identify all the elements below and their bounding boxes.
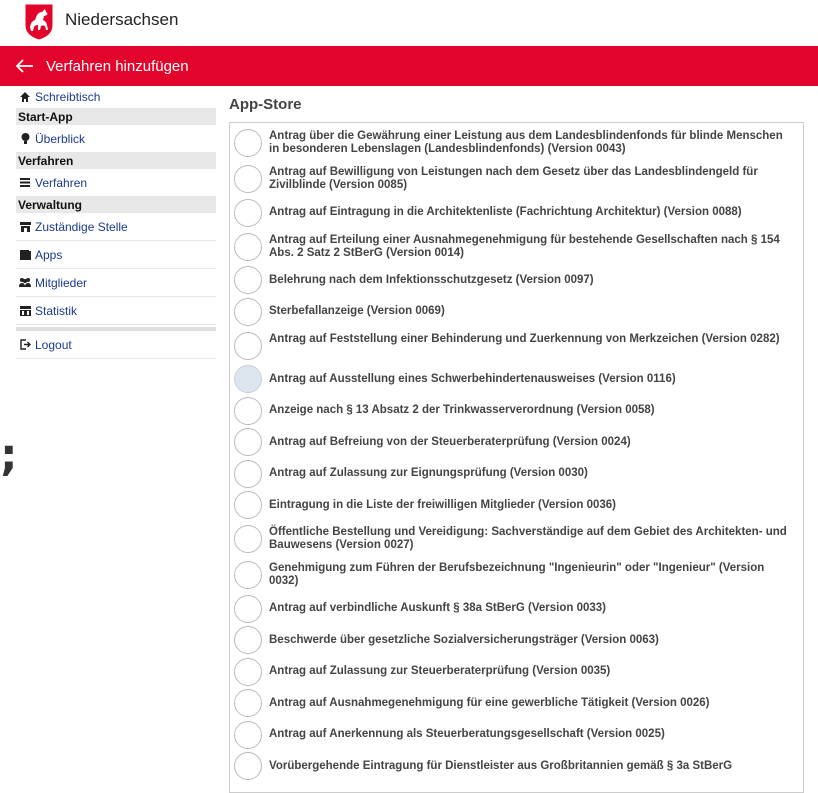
list-item[interactable]: Antrag auf Befreiung von der Steuerberat… <box>230 427 803 459</box>
radio-button[interactable] <box>234 365 262 394</box>
brand-name: Niedersachsen <box>65 10 179 29</box>
radio-button[interactable] <box>234 626 262 655</box>
list-item-label: Sterbefallanzeige (Version 0069) <box>269 305 445 318</box>
radio-button[interactable] <box>234 198 262 227</box>
chart-icon <box>18 305 32 316</box>
list-item[interactable]: Antrag auf verbindliche Auskunft § 38a S… <box>230 593 803 625</box>
book-icon <box>18 249 32 260</box>
list-item-label: Genehmigung zum Führen der Berufsbezeich… <box>269 562 765 587</box>
radio-button[interactable] <box>234 428 262 457</box>
list-item[interactable]: Antrag auf Anerkennung als Steuerberatun… <box>230 719 803 751</box>
radio-button[interactable] <box>234 459 262 488</box>
list-item-label: Antrag auf Zulassung zur Steuerberaterpr… <box>269 665 611 678</box>
sidebar-item-schreibtisch[interactable]: Schreibtisch <box>16 86 216 109</box>
lightbulb-icon <box>18 133 32 144</box>
sidebar-item-label: Zuständige Stelle <box>35 219 128 234</box>
list-item[interactable]: Antrag auf Ausnahmegenehmigung für eine … <box>230 688 803 720</box>
list-item-label: Antrag auf Bewilligung von Leistungen na… <box>269 166 758 191</box>
radio-button[interactable] <box>234 594 262 623</box>
list-item[interactable]: Beschwerde über gesetzliche Sozialversic… <box>230 625 803 657</box>
list-item[interactable]: Genehmigung zum Führen der Berufsbezeich… <box>230 557 803 593</box>
list-item-label: Öffentliche Bestellung und Vereidigung: … <box>269 526 787 551</box>
list-item[interactable]: Antrag über die Gewährung einer Leistung… <box>230 125 803 161</box>
radio-button[interactable] <box>234 331 262 360</box>
list-item[interactable]: Antrag auf Zulassung zur Eignungsprüfung… <box>230 458 803 490</box>
sidebar-item-mitglieder[interactable]: Mitglieder <box>16 269 216 297</box>
list-item[interactable]: Belehrung nach dem Infektionsschutzgeset… <box>230 265 803 297</box>
sidebar-item-verfahren[interactable]: Verfahren <box>16 169 216 197</box>
sidebar-item-label: Apps <box>35 247 63 262</box>
list-item-label: Antrag über die Gewährung einer Leistung… <box>269 130 783 155</box>
radio-button[interactable] <box>234 266 262 295</box>
radio-button[interactable] <box>234 561 262 589</box>
list-item-label: Antrag auf Anerkennung als Steuerberatun… <box>269 728 665 741</box>
radio-button[interactable] <box>234 491 262 520</box>
list-item-label: Antrag auf Eintragung in die Architekten… <box>269 206 742 219</box>
radio-button[interactable] <box>234 720 262 749</box>
radio-button[interactable] <box>234 165 262 193</box>
radio-button[interactable] <box>234 297 262 326</box>
radio-button[interactable] <box>234 129 262 157</box>
radio-button[interactable] <box>234 232 262 261</box>
list-item-label: Antrag auf Befreiung von der Steuerberat… <box>269 435 631 448</box>
list-item[interactable]: Antrag auf Feststellung einer Behinderun… <box>230 328 803 364</box>
list-item-label: Antrag auf Zulassung zur Eignungsprüfung… <box>269 467 588 480</box>
sidebar-item-label: Mitglieder <box>35 275 88 290</box>
sidebar-item-apps[interactable]: Apps <box>16 241 216 269</box>
list-item-label: Antrag auf Erteilung einer Ausnahmegeneh… <box>269 233 780 259</box>
background-glyph: ; <box>0 430 18 481</box>
app-store-title: App-Store <box>229 96 302 113</box>
app-list[interactable]: Antrag über die Gewährung einer Leistung… <box>229 122 804 793</box>
list-item-label: Eintragung in die Liste der freiwilligen… <box>269 498 616 511</box>
list-item-label: Beschwerde über gesetzliche Sozialversic… <box>269 633 659 646</box>
list-item[interactable]: Öffentliche Bestellung und Vereidigung: … <box>230 521 803 557</box>
sidebar-section-header: Start-App <box>16 109 216 125</box>
sidebar-section-header: Verwaltung <box>16 197 216 213</box>
back-arrow-icon[interactable] <box>16 56 36 76</box>
sidebar-item-label: Statistik <box>35 303 78 318</box>
sidebar-item-label: Schreibtisch <box>35 90 101 104</box>
header-bar: Verfahren hinzufügen <box>0 46 818 86</box>
list-item-label: Belehrung nach dem Infektionsschutzgeset… <box>269 273 594 286</box>
logout-icon <box>18 339 32 350</box>
list-item[interactable]: Vorübergehende Eintragung für Dienstleis… <box>230 751 803 783</box>
list-item[interactable]: Antrag auf Ausstellung eines Schwerbehin… <box>230 364 803 396</box>
list-item[interactable]: Antrag auf Erteilung einer Ausnahmegeneh… <box>230 229 803 265</box>
sidebar: Schreibtisch Start-App Überblick Verfahren V… <box>16 86 216 791</box>
sidebar-item-logout[interactable]: Logout <box>16 331 216 359</box>
radio-button[interactable] <box>234 396 262 425</box>
page-title: Verfahren hinzufügen <box>46 57 189 75</box>
sidebar-item-überblick[interactable]: Überblick <box>16 125 216 153</box>
list-item[interactable]: Eintragung in die Liste der freiwilligen… <box>230 490 803 522</box>
radio-button[interactable] <box>234 752 262 781</box>
list-item-label: Antrag auf Ausnahmegenehmigung für eine … <box>269 696 710 709</box>
sidebar-section-header: Verfahren <box>16 153 216 169</box>
list-item[interactable]: Anzeige nach § 13 Absatz 2 der Trinkwass… <box>230 395 803 427</box>
users-icon <box>18 278 32 287</box>
niedersachsen-logo <box>24 3 54 41</box>
list-item[interactable]: Sterbefallanzeige (Version 0069) <box>230 296 803 328</box>
list-item-label: Vorübergehende Eintragung für Dienstleis… <box>269 759 733 772</box>
sidebar-item-label: Verfahren <box>35 175 88 190</box>
list-icon <box>18 178 32 187</box>
home-icon <box>18 92 32 102</box>
building-icon <box>18 221 32 232</box>
radio-button[interactable] <box>234 689 262 718</box>
list-item-label: Antrag auf Ausstellung eines Schwerbehin… <box>269 372 676 385</box>
radio-button[interactable] <box>234 525 262 553</box>
list-item-label: Anzeige nach § 13 Absatz 2 der Trinkwass… <box>269 404 655 417</box>
list-item[interactable]: Antrag auf Eintragung in die Architekten… <box>230 197 803 229</box>
list-item-label: Antrag auf Feststellung einer Behinderun… <box>269 332 780 345</box>
list-item[interactable]: Antrag auf Bewilligung von Leistungen na… <box>230 161 803 197</box>
list-item-label: Antrag auf verbindliche Auskunft § 38a S… <box>269 602 607 615</box>
sidebar-item-label: Logout <box>35 337 72 352</box>
top-bar: Niedersachsen <box>0 0 818 46</box>
sidebar-item-statistik[interactable]: Statistik <box>16 297 216 325</box>
radio-button[interactable] <box>234 657 262 686</box>
sidebar-item-label: Überblick <box>35 131 86 146</box>
list-item[interactable]: Antrag auf Zulassung zur Steuerberaterpr… <box>230 656 803 688</box>
sidebar-item-zuständige-stelle[interactable]: Zuständige Stelle <box>16 213 216 241</box>
